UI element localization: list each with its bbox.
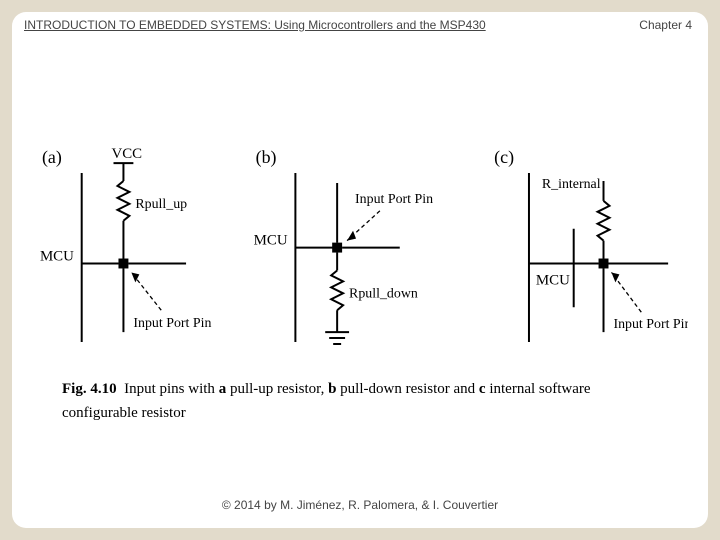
mcu-c-label: MCU — [536, 272, 570, 288]
panel-tag-c: (c) — [494, 147, 514, 168]
panel-tag-a: (a) — [42, 147, 62, 168]
vcc-label: VCC — [112, 146, 143, 162]
mcu-b-label: MCU — [254, 233, 288, 249]
panel-b: (b) MCU Rpull_down — [254, 147, 433, 344]
resistor-a-label: Rpull_up — [135, 197, 187, 212]
panel-c: (c) R_internal — [494, 147, 688, 342]
chapter-label: Chapter 4 — [639, 18, 692, 32]
pin-b-label: Input Port Pin — [355, 192, 433, 207]
resistor-b-label: Rpull_down — [349, 286, 418, 301]
resistor-c-label: R_internal — [542, 177, 601, 192]
panel-a: (a) VCC Rpull_up MCU — [40, 146, 212, 342]
pin-c-label: Input Port Pin — [613, 317, 688, 332]
footer-copyright: © 2014 by M. Jiménez, R. Palomera, & I. … — [12, 498, 708, 512]
figure-area: (a) VCC Rpull_up MCU — [32, 57, 688, 468]
pin-a-label: Input Port Pin — [133, 316, 211, 331]
panel-tag-b: (b) — [256, 147, 277, 168]
book-title: INTRODUCTION TO EMBEDDED SYSTEMS: Using … — [24, 18, 486, 32]
mcu-a-label: MCU — [40, 249, 74, 265]
caption-label: Fig. 4.10 — [62, 381, 117, 397]
slide-card: INTRODUCTION TO EMBEDDED SYSTEMS: Using … — [12, 12, 708, 528]
header-bar: INTRODUCTION TO EMBEDDED SYSTEMS: Using … — [24, 18, 696, 32]
figure-caption: Fig. 4.10 Input pins with a pull-up resi… — [62, 377, 658, 425]
